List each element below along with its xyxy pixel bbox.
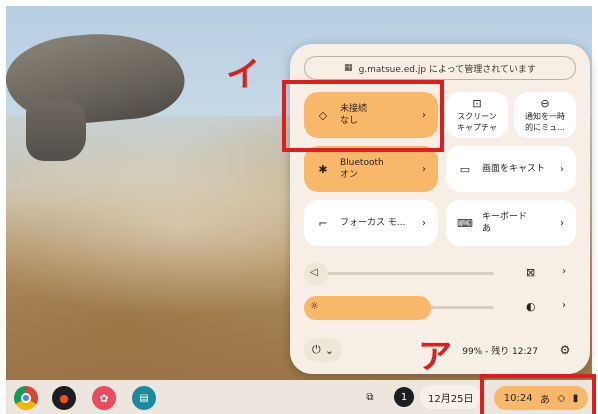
dnd-line1: 通知を一時	[525, 112, 565, 122]
bluetooth-title: Bluetooth	[340, 157, 384, 168]
night-light-icon[interactable]: ◐	[526, 300, 536, 313]
chevron-right-icon[interactable]: ›	[562, 300, 566, 311]
screen-capture-line1: スクリーン	[457, 112, 497, 122]
figma-icon[interactable]: ●	[52, 386, 76, 410]
keyboard-subtitle: あ	[482, 224, 492, 234]
bluetooth-subtitle: オン	[340, 170, 359, 180]
brightness-icon: ☼	[310, 301, 319, 312]
chevron-right-icon[interactable]: ›	[562, 266, 566, 277]
rock-base	[26, 101, 86, 161]
annotation-label-i: イ	[226, 55, 260, 95]
do-not-disturb-tile[interactable]: ⊖ 通知を一時 的にミュ...	[514, 92, 576, 138]
chevron-down-icon: ⌄	[324, 343, 334, 357]
date-tray[interactable]: 12月25日	[420, 385, 482, 409]
clipboard-icon[interactable]: ⧉	[360, 387, 380, 407]
bluetooth-tile[interactable]: ✱ Bluetooth オン ›	[304, 146, 438, 192]
cast-tile[interactable]: ▭ 画面をキャスト ›	[446, 146, 576, 192]
annotation-label-a: ア	[418, 337, 452, 377]
focus-mode-tile[interactable]: ⌐ フォーカス モ... ›	[304, 200, 438, 246]
date-text: 12月25日	[428, 393, 474, 405]
volume-track	[304, 272, 494, 275]
annotation-box-status	[480, 374, 596, 414]
chrome-icon[interactable]	[14, 386, 38, 410]
chevron-right-icon: ›	[560, 217, 564, 229]
power-icon: ⏻	[312, 343, 321, 356]
keyboard-icon: ⌨	[457, 216, 473, 230]
chevron-right-icon: ›	[560, 163, 564, 175]
building-icon: ▦	[344, 63, 353, 73]
keyboard-title: キーボード	[482, 211, 528, 222]
screen-capture-tile[interactable]: ⊡ スクリーン キャプチャ	[446, 92, 508, 138]
palette-icon[interactable]: ✿	[92, 386, 116, 410]
classroom-icon[interactable]: ▤	[132, 386, 156, 410]
keyboard-tile[interactable]: ⌨ キーボード あ ›	[446, 200, 576, 246]
focus-title: フォーカス モ...	[340, 217, 406, 228]
brightness-fill[interactable]	[304, 296, 431, 320]
notification-count: 1	[400, 391, 408, 403]
chevron-right-icon: ›	[422, 163, 426, 175]
managed-text: g.matsue.ed.jp によって管理されています	[358, 64, 536, 75]
screen-capture-line2: キャプチャ	[457, 122, 497, 132]
do-not-disturb-icon: ⊖	[540, 97, 550, 111]
battery-status: 99% - 残り 12:27	[462, 346, 538, 357]
focus-icon: ⌐	[318, 216, 328, 230]
notification-badge[interactable]: 1	[394, 387, 414, 407]
bluetooth-icon: ✱	[318, 162, 328, 176]
settings-gear-icon[interactable]: ⚙	[554, 339, 576, 361]
audio-settings-icon[interactable]: ⊠	[526, 266, 535, 279]
cast-icon: ▭	[459, 162, 471, 176]
managed-device-banner[interactable]: ▦ g.matsue.ed.jp によって管理されています	[304, 56, 576, 80]
volume-slider[interactable]: ◁ ⊠ ›	[304, 262, 576, 286]
brightness-slider[interactable]: ☼ ◐ ›	[304, 296, 576, 320]
screen-capture-icon: ⊡	[472, 97, 482, 111]
chevron-right-icon: ›	[422, 217, 426, 229]
power-menu-button[interactable]: ⏻ ⌄	[304, 338, 342, 362]
dnd-line2: 的にミュ...	[525, 122, 565, 132]
cast-title: 画面をキャスト	[482, 163, 546, 174]
volume-muted-icon: ◁	[310, 267, 318, 278]
annotation-box-network	[282, 80, 444, 152]
